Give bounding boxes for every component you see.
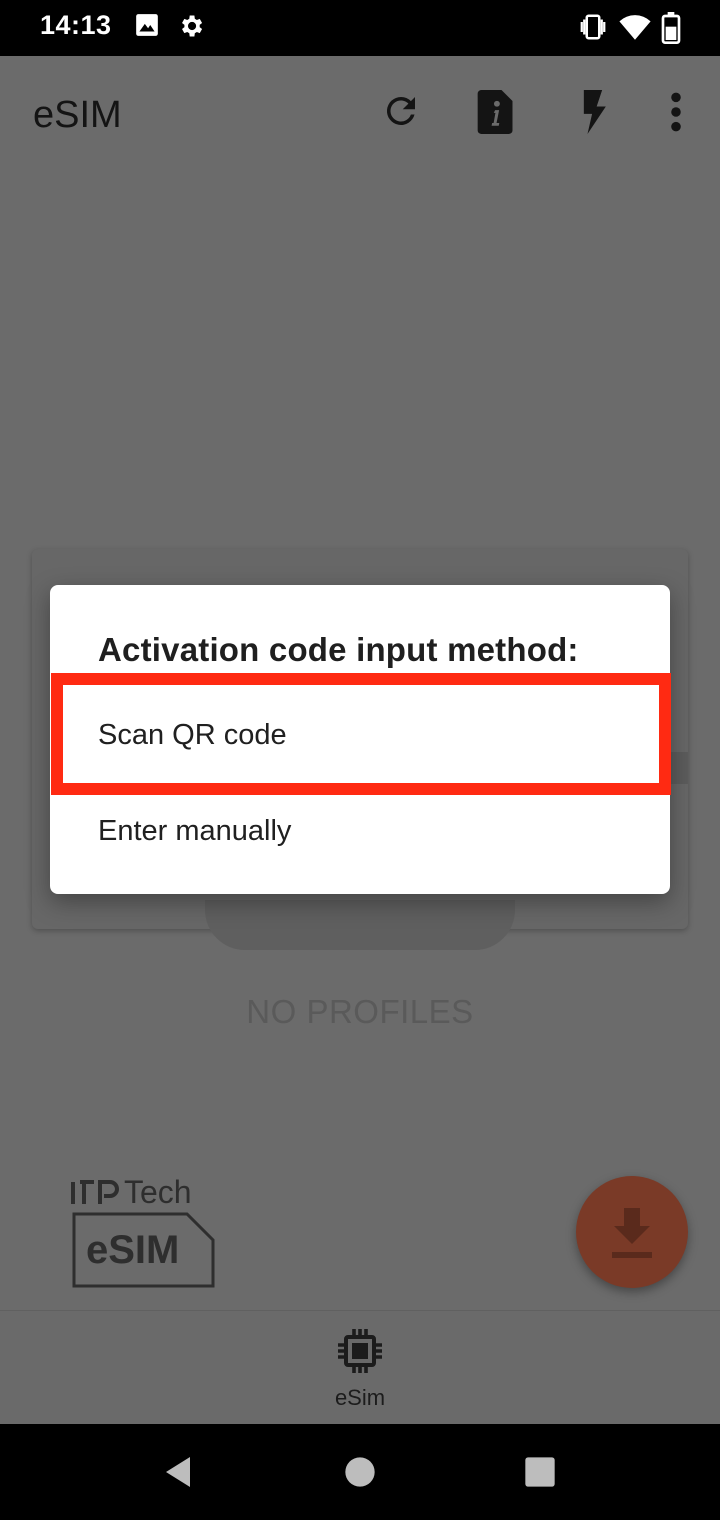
more-vert-icon[interactable] [662, 90, 690, 134]
info-file-icon[interactable] [476, 90, 516, 134]
refresh-icon[interactable] [380, 90, 422, 132]
gear-icon [182, 15, 203, 37]
empty-state-text: NO PROFILES [246, 993, 474, 1030]
download-button[interactable] [576, 1176, 688, 1288]
enter-manually-option[interactable]: Enter manually [50, 785, 670, 877]
scan-qr-option[interactable]: Scan QR code [50, 689, 670, 781]
status-time: 14:13 [40, 10, 112, 40]
chip-icon [338, 1329, 382, 1373]
dialog-title: Activation code input method: [98, 631, 579, 668]
brand-esim-text: eSIM [86, 1228, 180, 1272]
app-bar: eSIM [0, 56, 720, 172]
nav-item-esim[interactable]: eSim [310, 1327, 410, 1417]
itp-logo-icon [71, 1180, 119, 1204]
image-icon [136, 14, 158, 36]
wifi-icon [619, 15, 651, 40]
brand-logo: Tech eSIM [70, 1172, 220, 1292]
home-icon[interactable] [344, 1456, 376, 1488]
battery-icon [661, 12, 681, 44]
brand-tech-text: Tech [124, 1174, 192, 1210]
flash-icon[interactable] [576, 90, 610, 134]
nav-item-label: eSim [334, 1385, 386, 1410]
back-icon[interactable] [160, 1454, 196, 1490]
bottom-navigation: eSim [0, 1310, 720, 1424]
recents-icon[interactable] [524, 1456, 556, 1488]
card-pill [205, 900, 515, 950]
status-bar: 14:13 [0, 0, 720, 56]
download-icon [612, 1208, 652, 1258]
app-title: eSIM [33, 94, 122, 136]
activation-method-dialog: Activation code input method: Scan QR co… [50, 585, 670, 894]
vibrate-icon [580, 14, 606, 40]
card-divider [670, 752, 688, 784]
system-navigation-bar [0, 1424, 720, 1520]
